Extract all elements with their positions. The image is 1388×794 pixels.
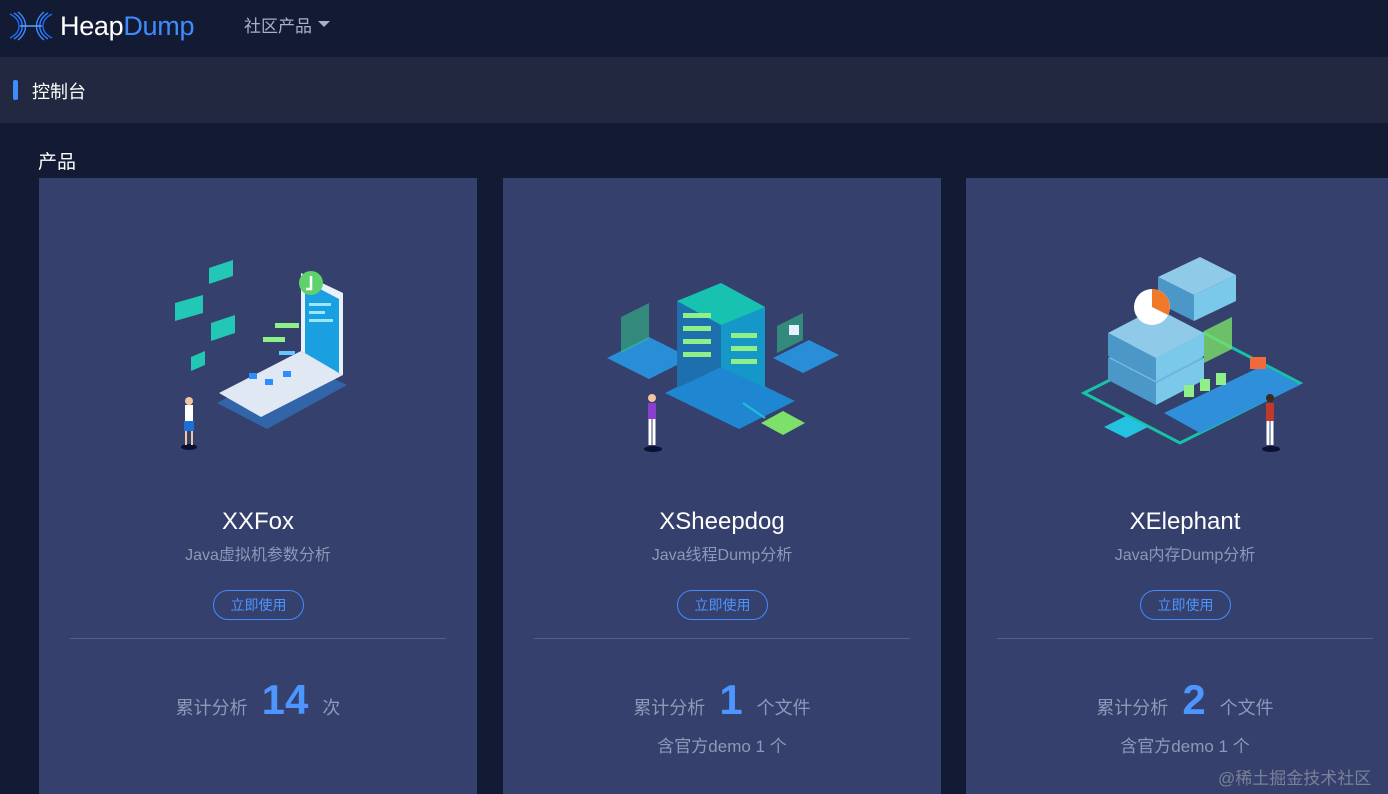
product-card-xelephant: XElephant Java内存Dump分析 立即使用 累计分析 2 个文件 含… (966, 178, 1388, 794)
analysis-stat: 累计分析 2 个文件 (966, 676, 1388, 724)
product-description: Java虚拟机参数分析 (185, 547, 331, 564)
product-name: XXFox (221, 508, 295, 535)
brand-name: HeapDump (60, 11, 194, 42)
stat-value: 14 (261, 676, 309, 723)
data-center-illustration-icon (1080, 257, 1304, 452)
watermark: @稀土掘金技术社区 (1218, 769, 1372, 788)
use-now-button[interactable]: 立即使用 (213, 590, 304, 620)
heapdump-logo-icon (9, 11, 53, 41)
page-header: 控制台 (0, 57, 1388, 123)
brand-name-main: Heap (60, 10, 124, 41)
use-now-button[interactable]: 立即使用 (677, 590, 768, 620)
analysis-stat: 累计分析 14 次 (39, 676, 477, 724)
product-description: Java线程Dump分析 (651, 547, 793, 564)
card-divider (534, 638, 910, 639)
card-divider (997, 638, 1373, 639)
product-description: Java内存Dump分析 (1114, 547, 1256, 564)
stat-label: 累计分析 (1096, 698, 1169, 718)
community-products-dropdown[interactable]: 社区产品 (244, 12, 330, 36)
caret-down-icon (318, 21, 330, 27)
heapdump-logo[interactable]: HeapDump (8, 8, 194, 44)
demo-note: 含官方demo 1 个 (657, 737, 787, 756)
dropdown-label: 社区产品 (244, 16, 312, 36)
stat-unit: 次 (322, 698, 341, 718)
page-title: 控制台 (32, 82, 86, 102)
brand-name-accent: Dump (123, 10, 195, 41)
stat-label: 累计分析 (175, 698, 248, 718)
card-divider (70, 638, 446, 639)
demo-note: 含官方demo 1 个 (1120, 737, 1250, 756)
title-accent-bar (13, 80, 18, 100)
use-now-button[interactable]: 立即使用 (1140, 590, 1231, 620)
product-card-xsheepdog: XSheepdog Java线程Dump分析 立即使用 累计分析 1 个文件 含… (503, 178, 941, 794)
top-navbar: HeapDump 社区产品 (0, 0, 1388, 56)
laptop-illustration-icon (175, 260, 347, 450)
product-name: XSheepdog (659, 508, 785, 535)
stat-value: 1 (719, 676, 743, 723)
stat-unit: 个文件 (1219, 698, 1274, 718)
stat-value: 2 (1182, 676, 1206, 723)
server-tower-illustration-icon (607, 283, 839, 452)
analysis-stat: 累计分析 1 个文件 (503, 676, 941, 724)
stat-label: 累计分析 (633, 698, 706, 718)
main-content: 产品 XXFox Java虚拟机参数分析 立即使用 累计分析 14 次 XShe… (0, 123, 1388, 794)
section-title: 产品 (38, 152, 77, 173)
stat-unit: 个文件 (756, 698, 811, 718)
product-name: XElephant (1129, 508, 1241, 535)
product-card-xxfox: XXFox Java虚拟机参数分析 立即使用 累计分析 14 次 (39, 178, 477, 794)
